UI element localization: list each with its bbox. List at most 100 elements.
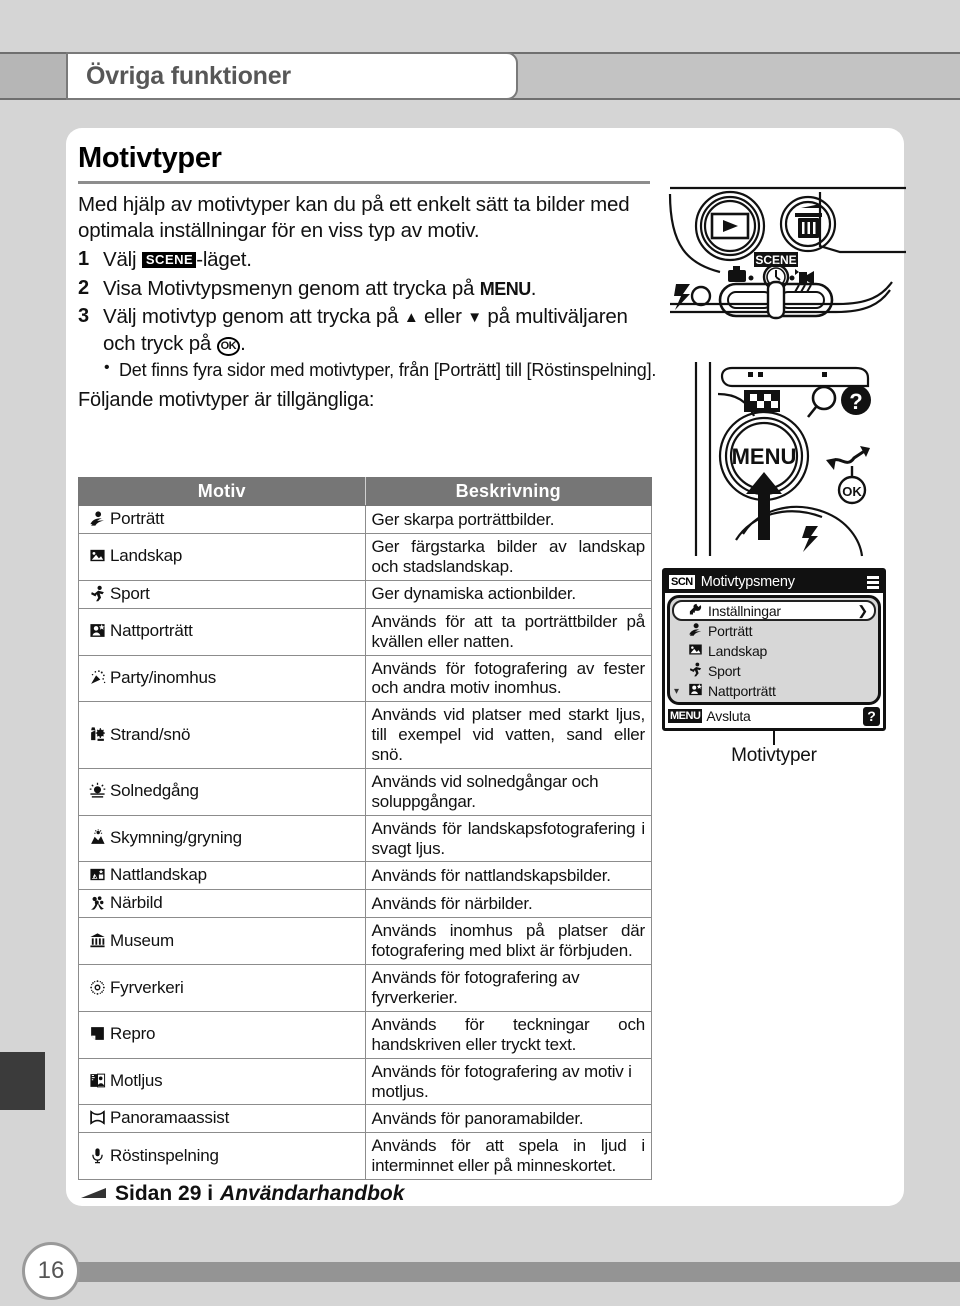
scene-mode-label: Landskap bbox=[110, 546, 183, 566]
column-header-beskrivning: Beskrivning bbox=[364, 477, 652, 506]
night-landscape-icon bbox=[86, 866, 108, 886]
scene-mode-description-cell: Används för fotografering av fester och … bbox=[364, 654, 652, 703]
night-portrait-icon bbox=[86, 622, 108, 642]
scene-mode-label: Solnedgång bbox=[110, 781, 199, 801]
step-text-before: Visa Motivtypsmenyn genom att trycka på bbox=[103, 276, 480, 300]
step-sub-list: Det finns fyra sidor med motivtyper, frå… bbox=[78, 358, 658, 382]
manual-reference: Sidan 29 i Användarhandbok bbox=[80, 1182, 404, 1206]
scene-mode-label: Motljus bbox=[110, 1071, 163, 1090]
scene-mode-description-cell: Används för landskapsfotografering i sva… bbox=[364, 814, 652, 863]
up-triangle-icon: ▲ bbox=[403, 308, 419, 326]
step-text-mid: eller bbox=[418, 304, 468, 328]
scene-mode-name-cell: Röstinspelning bbox=[78, 1132, 366, 1181]
manual-page: Övriga funktioner Motivtyper Med hjälp a… bbox=[0, 0, 960, 1306]
column-header-motiv: Motiv bbox=[78, 477, 366, 506]
scene-mode-description-cell: Används för panoramabilder. bbox=[364, 1104, 652, 1134]
scene-mode-name-cell: Nattlandskap bbox=[78, 861, 366, 891]
scene-mode-label: Närbild bbox=[110, 893, 163, 913]
scene-mode-label: Repro bbox=[110, 1024, 156, 1044]
chapter-tab: Övriga funktioner bbox=[66, 52, 518, 100]
scene-mode-name-cell: Närbild bbox=[78, 889, 366, 919]
lcd-menu-item[interactable]: Landskap bbox=[672, 641, 878, 661]
intro-paragraph: Med hjälp av motivtyper kan du på ett en… bbox=[78, 193, 630, 243]
body-column: Motivtyper Med hjälp av motivtyper kan d… bbox=[78, 142, 658, 412]
table-row: Museum Används inomhus på platser där fot… bbox=[78, 917, 652, 966]
scene-mode-name-cell: Sport bbox=[78, 579, 366, 609]
table-row: Solnedgång Används vid solnedgångar och s… bbox=[78, 767, 652, 816]
scene-mode-name-cell: Panoramaassist bbox=[78, 1104, 366, 1134]
scene-mode-label: Strand/snö bbox=[110, 724, 191, 744]
lcd-title-bar: SCN Motivtypsmeny bbox=[665, 571, 883, 593]
svg-text:?: ? bbox=[849, 389, 862, 414]
illustration-caption: Motivtyper bbox=[731, 745, 817, 766]
scene-badge-icon: SCENE bbox=[141, 252, 197, 269]
scene-mode-description-cell: Används vid solnedgångar och soluppgånga… bbox=[364, 767, 652, 816]
voice-recording-icon bbox=[86, 1147, 108, 1167]
dusk-dawn-icon bbox=[86, 829, 108, 849]
landscape-icon bbox=[688, 642, 703, 660]
table-row: Strand/snö Används vid platser med starkt… bbox=[78, 701, 652, 769]
scene-mode-name-cell: Repro bbox=[78, 1010, 366, 1059]
down-triangle-icon: ▼ bbox=[467, 308, 482, 326]
scene-modes-table: Motiv Beskrivning Porträtt Ger skarpa por… bbox=[78, 477, 652, 1181]
table-row: Porträtt Ger skarpa porträttbilder. bbox=[78, 505, 652, 534]
table-row: Landskap Ger färgstarka bilder av landska… bbox=[78, 533, 652, 581]
lcd-menu-item[interactable]: Sport bbox=[672, 661, 878, 681]
scene-mode-description-cell: Används för att spela in ljud i intermin… bbox=[364, 1132, 652, 1181]
scene-mode-description-cell: Används vid platser med starkt ljus, til… bbox=[364, 701, 652, 769]
scene-mode-description-cell: Används för teckningar och handskriven e… bbox=[364, 1010, 652, 1059]
scene-mode-label: Panoramaassist bbox=[110, 1108, 230, 1128]
landscape-icon bbox=[86, 547, 108, 567]
lcd-bottom-bar: MENU Avsluta ? bbox=[665, 704, 883, 728]
party-icon bbox=[86, 669, 108, 689]
scene-mode-name-cell: Party/inomhus bbox=[78, 654, 366, 703]
backlight-icon bbox=[86, 1072, 108, 1092]
title-rule bbox=[78, 181, 650, 184]
fireworks-icon bbox=[86, 979, 108, 999]
scene-mode-label: Porträtt bbox=[110, 509, 165, 528]
table-row: Party/inomhus Används för fotografering a… bbox=[78, 654, 652, 703]
lcd-screen: SCN Motivtypsmeny Inställningar Porträtt L… bbox=[662, 568, 886, 731]
lcd-callout-line bbox=[773, 731, 775, 745]
lcd-menu-item-label: Landskap bbox=[708, 643, 768, 659]
scene-mode-label: Museum bbox=[110, 930, 174, 950]
lcd-menu-item[interactable]: Porträtt bbox=[672, 621, 878, 641]
scn-badge-icon: SCN bbox=[669, 575, 695, 589]
scene-mode-name-cell: Skymning/gryning bbox=[78, 814, 366, 863]
lcd-menu-item-label: Inställningar bbox=[708, 602, 781, 619]
chapter-tab-title: Övriga funktioner bbox=[86, 61, 291, 90]
scene-mode-name-cell: Solnedgång bbox=[78, 767, 366, 816]
step-number: 1 bbox=[78, 248, 89, 271]
settings-icon bbox=[688, 602, 703, 620]
sport-icon bbox=[86, 585, 108, 605]
table-row: Närbild Används för närbilder. bbox=[78, 889, 652, 919]
lcd-menu-item[interactable]: Inställningar bbox=[672, 600, 876, 621]
closeup-icon bbox=[86, 894, 108, 914]
scene-mode-label: Skymning/gryning bbox=[110, 828, 242, 847]
menu-badge-icon: MENU bbox=[479, 278, 532, 299]
steps-list: 1 Välj SCENE -läget. 2 Visa Motivtypsmenyn … bbox=[78, 246, 658, 356]
bottom-bar bbox=[64, 1262, 960, 1282]
scene-mode-description-cell: Används för att ta porträttbilder på kvä… bbox=[364, 607, 652, 656]
scene-mode-name-cell: Motljus bbox=[78, 1057, 366, 1106]
museum-icon bbox=[86, 932, 108, 952]
lcd-menu-title: Motivtypsmeny bbox=[700, 574, 795, 590]
panorama-icon bbox=[86, 1109, 108, 1129]
beach-snow-icon bbox=[86, 726, 108, 746]
scene-mode-label: Party/inomhus bbox=[110, 667, 217, 687]
step-3: 3 Välj motivtyp genom att trycka på ▲ ell… bbox=[78, 303, 658, 357]
scene-mode-label: Sport bbox=[110, 583, 150, 603]
scene-mode-label: Fyrverkeri bbox=[110, 977, 184, 997]
lcd-menu-item[interactable]: Nattporträtt bbox=[672, 681, 878, 701]
reference-prefix: Sidan 29 i bbox=[115, 1182, 214, 1205]
scene-mode-description-cell: Ger skarpa porträttbilder. bbox=[364, 505, 652, 534]
scene-mode-name-cell: Nattporträtt bbox=[78, 607, 366, 656]
night-portrait-icon bbox=[688, 682, 703, 700]
reference-arrow-icon bbox=[80, 1182, 108, 1206]
scene-mode-description-cell: Används för fotografering av motiv i mot… bbox=[364, 1057, 652, 1106]
sunset-icon bbox=[86, 782, 108, 802]
table-row: Panoramaassist Används för panoramabilder… bbox=[78, 1104, 652, 1134]
menu-badge-icon: MENU bbox=[668, 709, 703, 723]
table-row: Röstinspelning Används för att spela in l… bbox=[78, 1132, 652, 1181]
step-1: 1 Välj SCENE -läget. bbox=[78, 246, 658, 273]
